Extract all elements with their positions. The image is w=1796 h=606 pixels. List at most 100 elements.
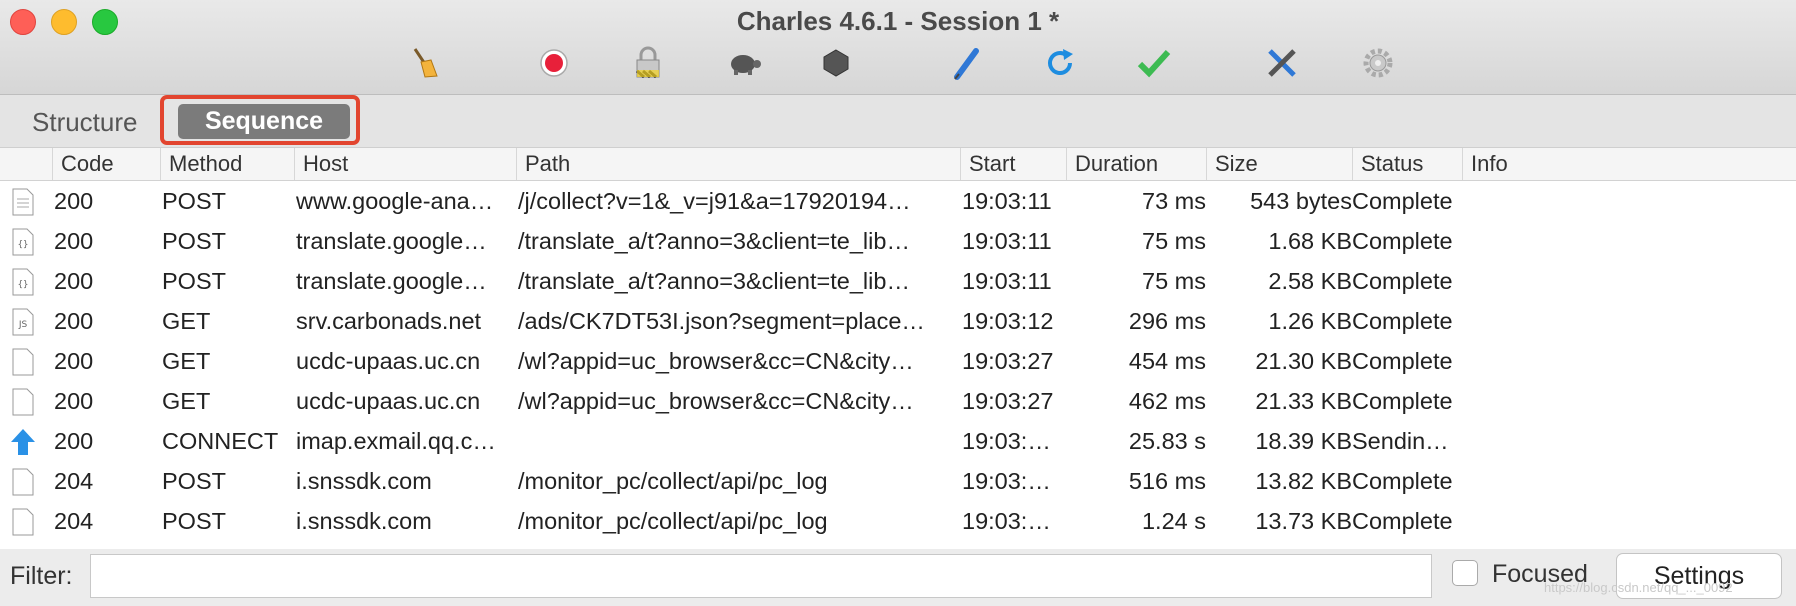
column-header-method[interactable]: Method (160, 148, 294, 180)
filter-input[interactable] (90, 554, 1432, 598)
cell-method: POST (162, 508, 226, 534)
cell-code: 200 (54, 428, 94, 454)
table-row[interactable]: 200 POST www.google-ana… /j/collect?v=1&_v=… (0, 181, 1796, 221)
column-header-code[interactable]: Code (52, 148, 160, 180)
cell-duration: 1.24 s (1141, 508, 1206, 534)
column-header-duration[interactable]: Duration (1066, 148, 1206, 180)
watermark-text: https://blog.csdn.net/qq_..._0092 (1544, 580, 1733, 595)
cell-path: /translate_a/t?anno=3&client=te_lib… (518, 228, 910, 254)
cell-size: 13.82 KB (1255, 468, 1352, 494)
cell-host: i.snssdk.com (296, 508, 432, 534)
cell-size: 1.26 KB (1268, 308, 1352, 334)
cell-code: 200 (54, 228, 94, 254)
title-bar: Charles 4.6.1 - Session 1 * (0, 0, 1796, 95)
compose-pen-icon[interactable] (948, 45, 984, 81)
cell-info (1462, 181, 1792, 221)
cell-path: /wl?appid=uc_browser&cc=CN&city… (518, 348, 914, 374)
cell-status: Complete (1352, 468, 1453, 494)
throttle-turtle-icon[interactable] (726, 45, 762, 81)
cell-status: Sendin… (1352, 428, 1449, 454)
cell-info (1462, 501, 1792, 541)
stop-hexagon-icon[interactable] (818, 45, 854, 81)
table-row[interactable]: 204 POST i.snssdk.com/monitor_pc/collect/a… (0, 461, 1796, 501)
table-row[interactable]: 200 GET ucdc-upaas.uc.cn/wl?appid=uc_brows… (0, 381, 1796, 421)
cell-host: srv.carbonads.net (296, 308, 482, 334)
column-header-start[interactable]: Start (960, 148, 1066, 180)
cell-start: 19:03:27 (962, 348, 1054, 374)
cell-size: 21.33 KB (1255, 388, 1352, 414)
svg-text:{}: {} (18, 240, 29, 250)
tab-structure[interactable]: Structure (32, 107, 138, 138)
cell-status: Complete (1352, 268, 1453, 294)
cell-code: 200 (54, 268, 94, 294)
cell-status: Complete (1352, 388, 1453, 414)
cell-path: /ads/CK7DT53I.json?segment=place… (518, 308, 925, 334)
table-row[interactable]: 200 GET ucdc-upaas.uc.cn/wl?appid=uc_brows… (0, 341, 1796, 381)
ssl-lock-icon[interactable] (630, 45, 666, 81)
js-icon: JS (10, 308, 36, 336)
broom-icon[interactable] (406, 45, 442, 81)
column-header-path[interactable]: Path (516, 148, 960, 180)
table-row[interactable]: 204 POST i.snssdk.com/monitor_pc/collect/a… (0, 501, 1796, 541)
cell-host: ucdc-upaas.uc.cn (296, 388, 481, 414)
blank-file-icon (10, 508, 36, 536)
cell-info (1462, 381, 1792, 421)
cell-duration: 454 ms (1128, 348, 1206, 374)
cell-path: /monitor_pc/collect/api/pc_log (518, 508, 828, 534)
cell-duration: 75 ms (1142, 268, 1206, 294)
cell-start: 19:03:… (962, 508, 1051, 534)
cell-size: 543 bytes (1250, 188, 1352, 214)
tools-icon[interactable] (1264, 45, 1300, 81)
cell-start: 19:03:11 (962, 228, 1052, 254)
cell-path (518, 421, 958, 461)
column-header-status[interactable]: Status (1352, 148, 1462, 180)
cell-status: Complete (1352, 508, 1453, 534)
blank-file-icon (10, 388, 36, 416)
cell-duration: 73 ms (1142, 188, 1206, 214)
table-row[interactable]: {} 200 POST translate.google… /translate_a/t… (0, 261, 1796, 301)
cell-method: POST (162, 268, 226, 294)
column-header-size[interactable]: Size (1206, 148, 1352, 180)
cell-duration: 25.83 s (1128, 428, 1206, 454)
cell-path: /translate_a/t?anno=3&client=te_lib… (518, 268, 910, 294)
filter-label: Filter: (10, 562, 73, 590)
record-icon[interactable] (536, 45, 572, 81)
json-icon: {} (10, 268, 36, 296)
cell-path: /j/collect?v=1&_v=j91&a=17920194… (518, 188, 911, 214)
column-header-info[interactable]: Info (1462, 148, 1796, 180)
cell-duration: 462 ms (1128, 388, 1206, 414)
cell-status: Complete (1352, 188, 1453, 214)
table-row[interactable]: 200 CONNECT imap.exmail.qq.c… 19:03:… 25.83 … (0, 421, 1796, 461)
cell-method: GET (162, 308, 211, 334)
cell-start: 19:03:11 (962, 268, 1052, 294)
cell-info (1462, 261, 1792, 301)
cell-info (1462, 421, 1792, 461)
cell-path: /monitor_pc/collect/api/pc_log (518, 468, 828, 494)
cell-host: translate.google… (296, 228, 487, 254)
cell-host: www.google-ana… (296, 188, 494, 214)
blank-file-icon (10, 468, 36, 496)
cell-method: CONNECT (162, 428, 279, 454)
json-icon: {} (10, 228, 36, 256)
cell-host: i.snssdk.com (296, 468, 432, 494)
cell-method: POST (162, 188, 226, 214)
column-header-host[interactable]: Host (294, 148, 516, 180)
settings-gear-icon[interactable] (1360, 45, 1396, 81)
cell-size: 1.68 KB (1268, 228, 1352, 254)
window-title: Charles 4.6.1 - Session 1 * (736, 6, 1060, 36)
table-row[interactable]: JS 200 GET srv.carbonads.net/ads/CK7DT53I.j… (0, 301, 1796, 341)
cell-start: 19:03:… (962, 468, 1051, 494)
cell-info (1462, 461, 1792, 501)
upload-arrow-icon (10, 428, 36, 456)
cell-method: GET (162, 348, 211, 374)
cell-status: Complete (1352, 228, 1453, 254)
cell-status: Complete (1352, 348, 1453, 374)
table-row[interactable]: {} 200 POST translate.google… /translate_a/t… (0, 221, 1796, 261)
tab-sequence[interactable]: Sequence (178, 104, 350, 139)
cell-duration: 296 ms (1128, 308, 1206, 334)
focused-checkbox[interactable] (1452, 560, 1478, 586)
repeat-icon[interactable] (1042, 45, 1078, 81)
cell-method: GET (162, 388, 211, 414)
validate-check-icon[interactable] (1136, 45, 1172, 81)
view-tabs-bar: Structure Sequence (0, 95, 1796, 148)
